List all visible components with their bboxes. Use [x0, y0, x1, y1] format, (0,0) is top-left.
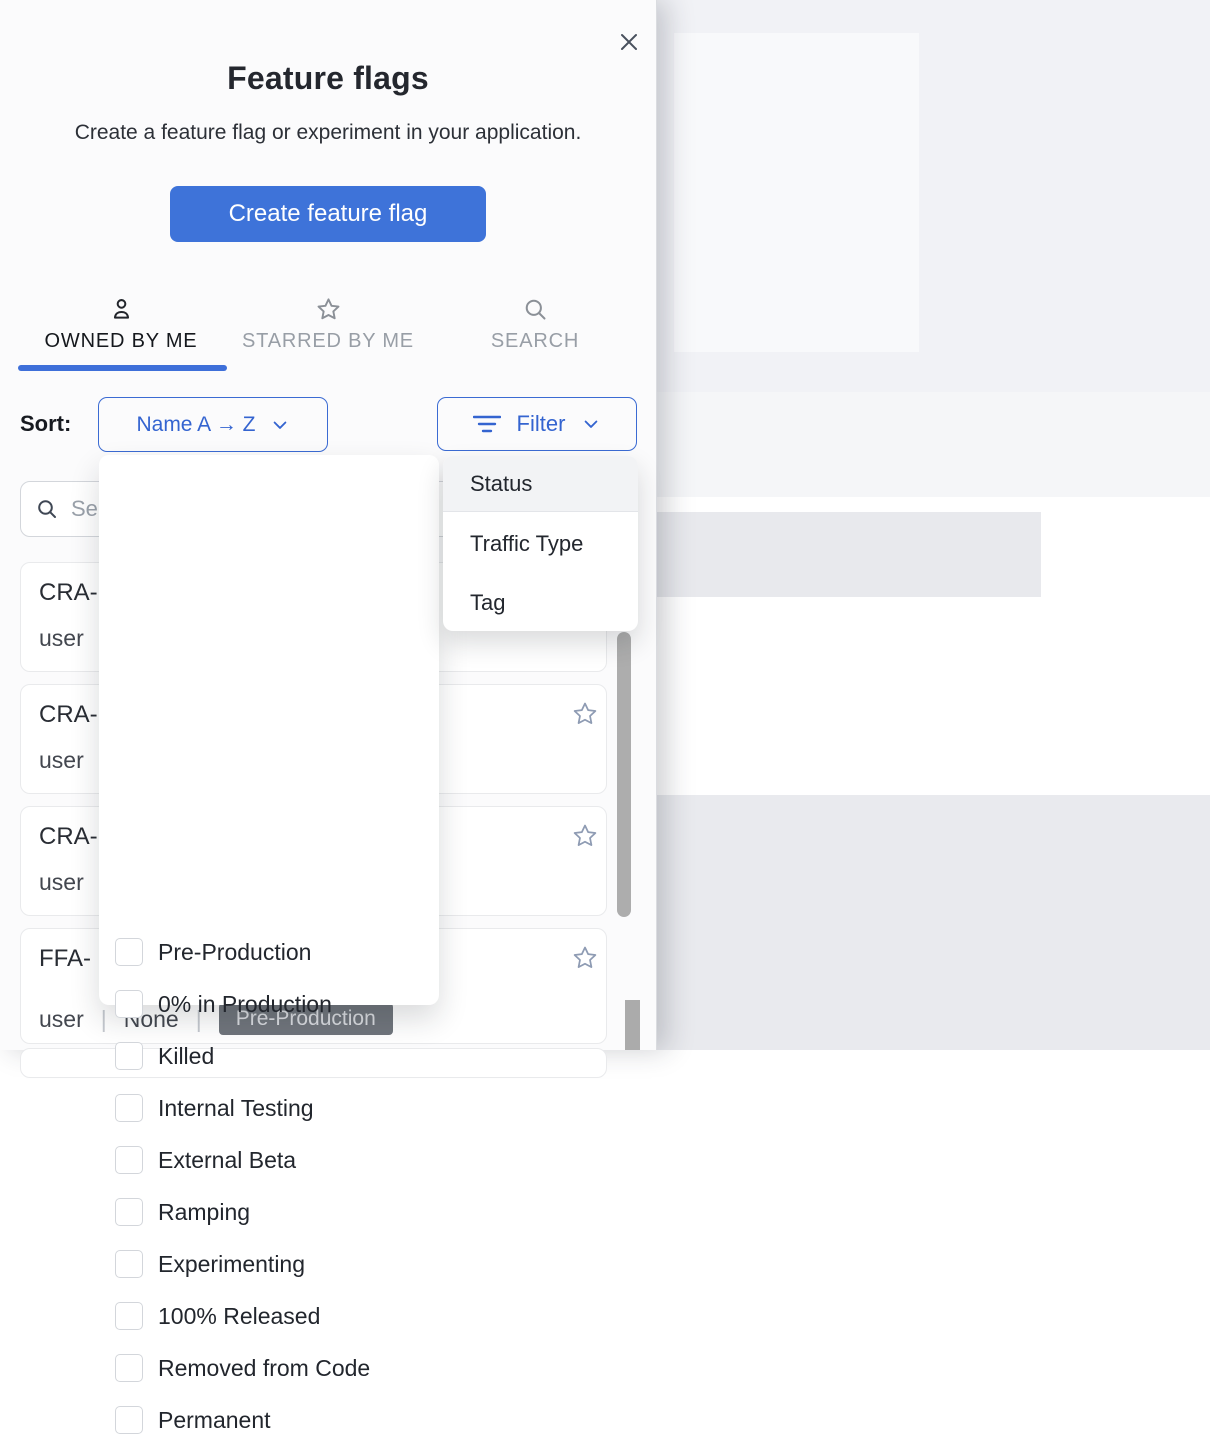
checkbox-icon[interactable] [115, 1042, 143, 1070]
status-option[interactable]: Internal Testing [99, 1082, 439, 1134]
list-scrollbar-thumb[interactable] [617, 632, 631, 917]
star-icon[interactable] [571, 699, 601, 729]
tab-starred-by-me[interactable]: STARRED BY ME [228, 296, 428, 353]
tab-starred-label: STARRED BY ME [242, 330, 414, 353]
flag-traffic-type: user [39, 625, 84, 652]
page-background-band [657, 392, 1210, 497]
checkbox-icon[interactable] [115, 990, 143, 1018]
list-scrollbar-strip[interactable] [625, 1000, 640, 1050]
checkbox-icon[interactable] [115, 1354, 143, 1382]
checkbox-icon[interactable] [115, 1146, 143, 1174]
filter-category-menu: Status Traffic Type Tag [443, 456, 638, 631]
sort-label: Sort: [20, 411, 71, 437]
status-option[interactable]: Removed from Code [99, 1342, 439, 1394]
filter-menu-item-traffic-type[interactable]: Traffic Type [443, 516, 638, 572]
status-option[interactable]: Permanent [99, 1394, 439, 1446]
checkbox-icon[interactable] [115, 1250, 143, 1278]
sort-value: Name A → Z [136, 413, 255, 437]
status-option[interactable]: 0% in Production [99, 978, 439, 1030]
flag-traffic-type: user [39, 1006, 84, 1033]
filter-dropdown[interactable]: Filter [437, 397, 637, 451]
status-option[interactable]: External Beta [99, 1134, 439, 1186]
checkbox-icon[interactable] [115, 1198, 143, 1226]
star-icon[interactable] [571, 943, 601, 973]
chevron-down-icon [270, 415, 290, 435]
tab-search[interactable]: SEARCH [485, 296, 585, 353]
flag-traffic-type: user [39, 747, 84, 774]
filter-label: Filter [517, 411, 566, 437]
checkbox-icon[interactable] [115, 1302, 143, 1330]
active-tab-underline [18, 365, 227, 371]
tab-owned-by-me[interactable]: OWNED BY ME [18, 296, 224, 353]
status-option[interactable]: Ramping [99, 1186, 439, 1238]
close-icon[interactable] [616, 29, 642, 55]
page-background-gray-bar [657, 512, 1041, 597]
page-background-card [674, 33, 919, 352]
status-options-dropdown: Pre-Production 0% in Production Killed I… [99, 455, 439, 1005]
filter-lines-icon [473, 413, 501, 435]
search-icon [522, 296, 549, 323]
page-subtitle: Create a feature flag or experiment in y… [0, 121, 656, 145]
chevron-down-icon [581, 414, 601, 434]
filter-menu-item-status[interactable]: Status [443, 456, 638, 512]
sort-dropdown[interactable]: Name A → Z [98, 397, 328, 452]
flag-name: CRA- [39, 823, 98, 851]
checkbox-icon[interactable] [115, 1094, 143, 1122]
feature-flags-modal: Feature flags Create a feature flag or e… [0, 0, 657, 1050]
person-icon [108, 296, 135, 323]
star-icon[interactable] [571, 821, 601, 851]
checkbox-icon[interactable] [115, 938, 143, 966]
flag-name: CRA- [39, 701, 98, 729]
tab-search-label: SEARCH [491, 330, 579, 353]
status-option[interactable]: Experimenting [99, 1238, 439, 1290]
checkbox-icon[interactable] [115, 1406, 143, 1434]
flag-name: CRA- [39, 579, 98, 607]
flag-traffic-type: user [39, 869, 84, 896]
page-title: Feature flags [0, 60, 656, 97]
status-option[interactable]: 100% Released [99, 1290, 439, 1342]
star-icon [315, 296, 342, 323]
status-option[interactable]: Pre-Production [99, 926, 439, 978]
status-option[interactable]: Killed [99, 1030, 439, 1082]
search-icon [35, 497, 59, 521]
filter-menu-item-tag[interactable]: Tag [443, 575, 638, 631]
create-feature-flag-button[interactable]: Create feature flag [170, 186, 486, 242]
flag-name: FFA- [39, 945, 91, 973]
tab-owned-label: OWNED BY ME [45, 330, 198, 353]
page-background-bottom [657, 795, 1210, 1050]
